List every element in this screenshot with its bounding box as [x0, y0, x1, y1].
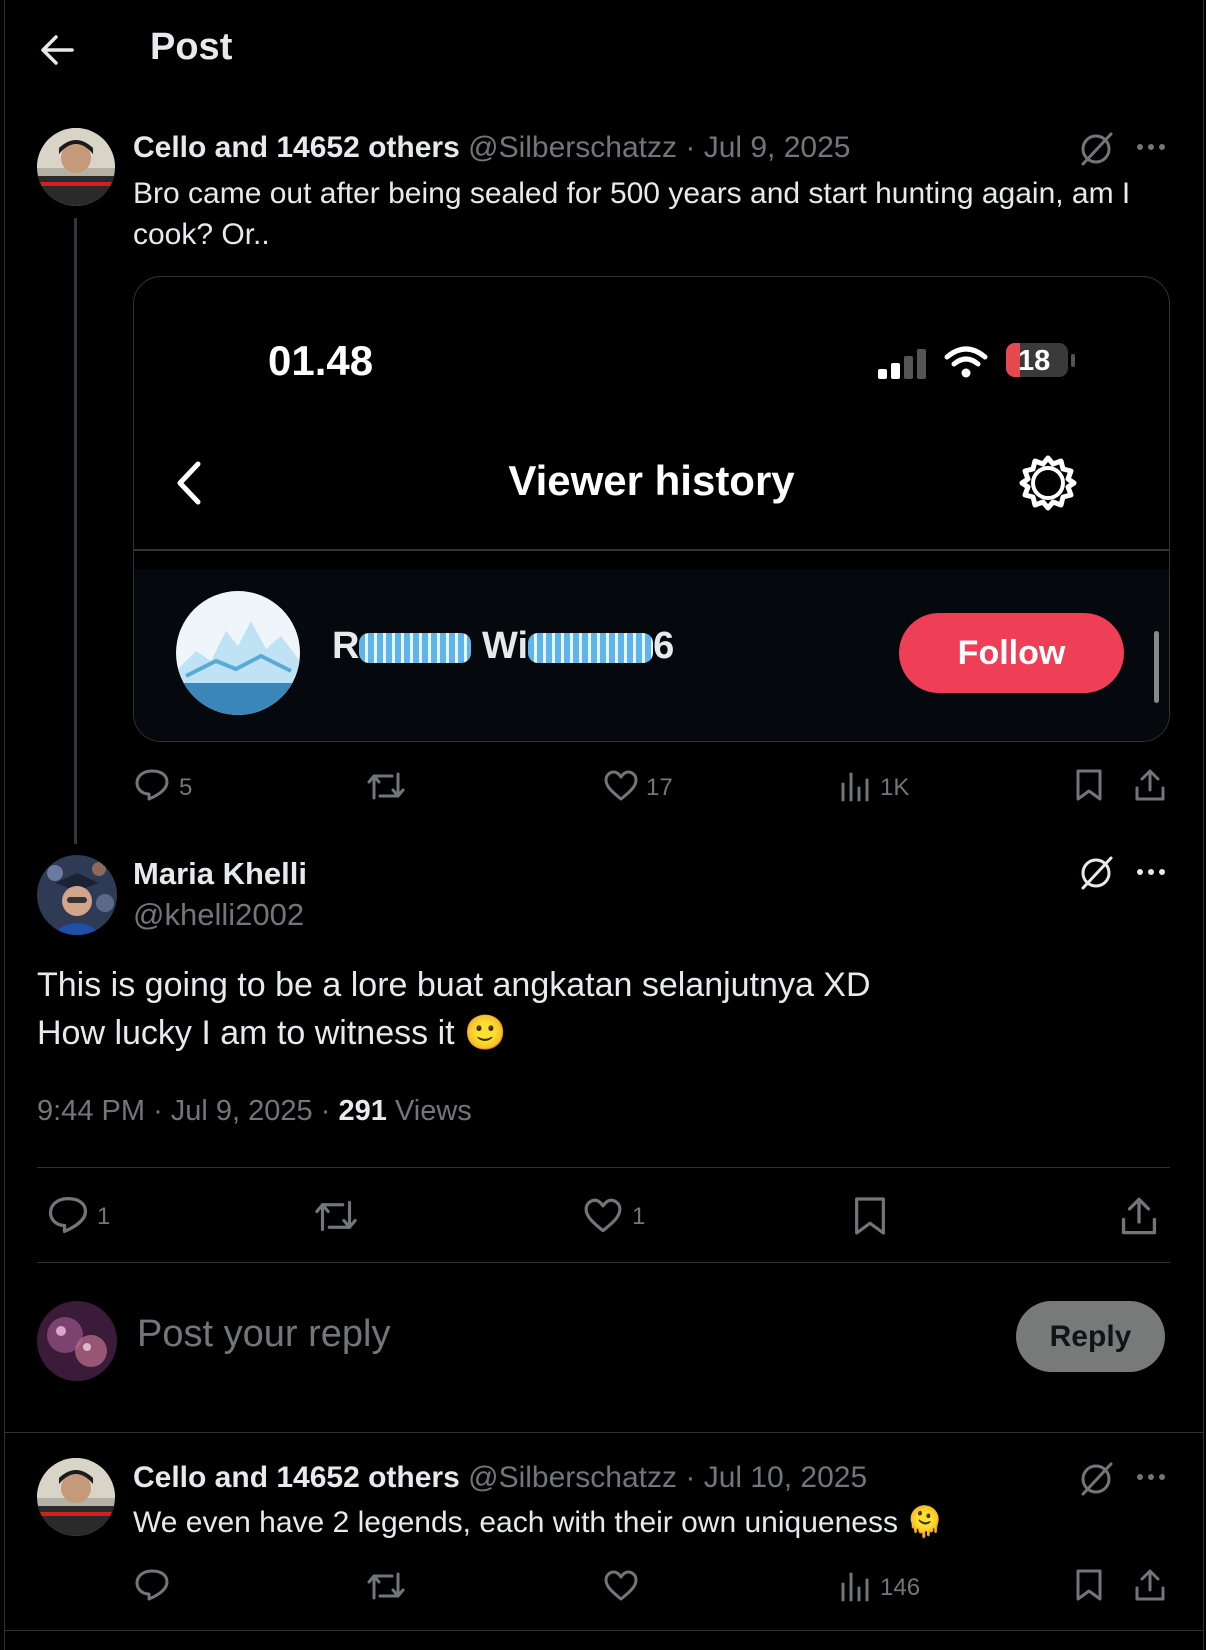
separator: · — [685, 1461, 696, 1494]
username-start: R — [332, 625, 360, 667]
views-icon[interactable] — [840, 1570, 870, 1602]
tweet-text: Bro came out after being sealed for 500 … — [133, 177, 1131, 251]
share-icon[interactable] — [1120, 1195, 1158, 1237]
post-time[interactable]: 9:44 PM — [37, 1095, 145, 1127]
left-border — [4, 0, 5, 1650]
grok-icon[interactable] — [1078, 855, 1114, 891]
battery-indicator: 18 — [1006, 343, 1068, 377]
reply-icon[interactable] — [134, 1568, 170, 1602]
like-count: 17 — [646, 774, 673, 801]
more-icon[interactable] — [1136, 868, 1166, 876]
follow-button[interactable]: Follow — [899, 613, 1124, 693]
page-title: Post — [150, 26, 233, 68]
divider — [37, 1262, 1170, 1263]
bookmark-icon[interactable] — [853, 1195, 887, 1237]
more-icon[interactable] — [1136, 143, 1166, 151]
divider — [4, 1432, 1204, 1433]
settings-gear-icon[interactable] — [1018, 453, 1078, 513]
display-name[interactable]: Cello and 14652 others — [133, 131, 460, 164]
more-icon[interactable] — [1136, 1473, 1166, 1481]
handle[interactable]: @khelli2002 — [133, 897, 304, 933]
handle[interactable]: @Silberschatzz — [468, 1461, 677, 1494]
melting-face-emoji: 🫠 — [906, 1506, 944, 1539]
divider — [4, 1630, 1204, 1631]
avatar[interactable] — [37, 1458, 115, 1536]
tweet-text: This is going to be a lore buat angkatan… — [37, 961, 1157, 1057]
avatar[interactable] — [37, 128, 115, 206]
views-count: 291 — [338, 1095, 387, 1127]
signal-icon — [876, 347, 928, 379]
tweet-text: We even have 2 legends, each with their … — [133, 1502, 1173, 1543]
share-icon[interactable] — [1134, 1568, 1166, 1602]
battery-level: 18 — [1018, 345, 1051, 377]
avatar[interactable] — [37, 1301, 117, 1381]
media-image[interactable]: 01.48 18 Viewer history R Wi 6 Follow — [133, 276, 1170, 742]
viewer-history-title: Viewer history — [508, 457, 795, 504]
bookmark-icon[interactable] — [1075, 768, 1103, 802]
repost-icon[interactable] — [313, 1198, 359, 1234]
like-icon[interactable] — [582, 1198, 624, 1234]
thread-line — [74, 218, 77, 844]
views-label: Views — [394, 1095, 472, 1127]
scrollbar[interactable] — [1154, 631, 1159, 703]
username-end: 6 — [653, 625, 675, 667]
reply-icon[interactable] — [47, 1195, 89, 1235]
display-name[interactable]: Cello and 14652 others — [133, 1461, 460, 1494]
post-date[interactable]: Jul 9, 2025 — [171, 1095, 313, 1127]
tweet-header: Cello and 14652 others @Silberschatzz · … — [133, 133, 850, 163]
reply-icon[interactable] — [134, 768, 170, 802]
views-icon[interactable] — [840, 770, 870, 802]
username-mid: Wi — [482, 625, 529, 667]
share-icon[interactable] — [1134, 768, 1166, 802]
tweet-line-2: How lucky I am to witness it 🙂 — [37, 1009, 1157, 1057]
avatar[interactable] — [37, 855, 117, 935]
tweet-line-1: This is going to be a lore buat angkatan… — [37, 966, 871, 1004]
tweet-line-2-text: How lucky I am to witness it — [37, 1014, 455, 1052]
reply-count: 5 — [179, 774, 193, 801]
like-count: 1 — [632, 1203, 646, 1230]
viewer-username: R Wi 6 — [332, 625, 674, 668]
grok-icon[interactable] — [1078, 1461, 1114, 1497]
status-time: 01.48 — [268, 337, 374, 384]
views-count: 1K — [880, 774, 910, 801]
display-name[interactable]: Maria Khelli — [133, 856, 307, 892]
separator: · — [320, 1095, 331, 1127]
separator: · — [153, 1095, 163, 1127]
views-count: 146 — [880, 1574, 921, 1601]
reply-count: 1 — [97, 1203, 111, 1230]
repost-icon[interactable] — [366, 1570, 406, 1602]
divider — [37, 1167, 1170, 1168]
post-date[interactable]: Jul 10, 2025 — [704, 1461, 867, 1494]
redaction-scribble — [359, 632, 472, 663]
like-icon[interactable] — [603, 1570, 639, 1602]
handle[interactable]: @Silberschatzz — [468, 131, 677, 164]
viewer-avatar — [176, 591, 300, 715]
repost-icon[interactable] — [366, 770, 406, 802]
grok-icon[interactable] — [1078, 131, 1114, 167]
redaction-scribble — [528, 632, 654, 663]
reply-input[interactable] — [137, 1313, 937, 1356]
reply-button[interactable]: Reply — [1016, 1301, 1165, 1372]
battery-tip — [1071, 354, 1075, 367]
arrow-left-icon[interactable] — [40, 34, 74, 66]
divider — [134, 549, 1169, 551]
post-meta: 9:44 PM · Jul 9, 2025 · 291 Views — [37, 1095, 472, 1128]
like-icon[interactable] — [603, 770, 639, 802]
tweet-header: Cello and 14652 others @Silberschatzz · … — [133, 1463, 867, 1493]
right-border — [1203, 0, 1204, 1650]
tweet-text-content: We even have 2 legends, each with their … — [133, 1506, 898, 1539]
slight-smile-emoji: 🙂 — [464, 1014, 507, 1052]
separator: · — [685, 131, 696, 164]
bookmark-icon[interactable] — [1075, 1568, 1103, 1602]
wifi-icon — [944, 345, 988, 379]
post-date[interactable]: Jul 9, 2025 — [704, 131, 851, 164]
